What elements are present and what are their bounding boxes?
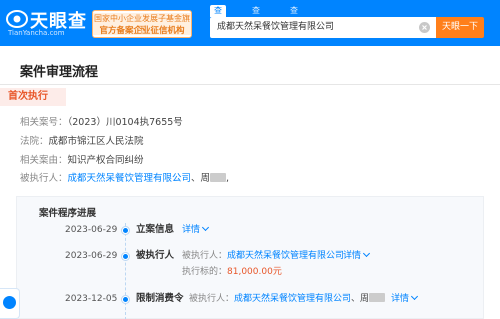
amount-value: 81,000.00元 <box>227 267 282 277</box>
chevron-down-icon[interactable] <box>362 249 371 258</box>
detail-tail: 、周 <box>351 294 370 304</box>
court-value: 成都市锦江区人民法院 <box>48 136 144 147</box>
process-title: 案件程序进展 <box>39 208 97 219</box>
case-number-value: （2023）川0104执7655号 <box>67 117 183 128</box>
event-detail-link: 详情 <box>343 248 371 264</box>
chevron-down-icon[interactable] <box>201 223 210 232</box>
event-date: 2023-12-05 <box>65 294 118 304</box>
search-input-value: 成都天然呆餐饮管理有限公司 <box>217 22 335 32</box>
site-logo[interactable]: 天眼查 TianYancha.com <box>6 7 88 39</box>
tab-boss[interactable]: 查老板 <box>248 5 264 39</box>
chevron-down-icon[interactable] <box>410 292 419 301</box>
search-button[interactable]: 天眼一下 <box>436 17 484 38</box>
detail-link[interactable]: 详情 <box>391 294 409 304</box>
clear-icon[interactable] <box>419 22 430 33</box>
case-cause-label: 相关案由： <box>20 155 68 166</box>
event-detail: 被执行人：成都天然呆餐饮管理有限公司 <box>182 248 344 264</box>
executed-party-row: 被执行人：成都天然呆餐饮管理有限公司、周, <box>20 173 230 184</box>
timeline-dot <box>122 296 129 303</box>
detail-label: 被执行人： <box>189 294 235 304</box>
event-type: 被执行人 <box>136 250 175 261</box>
timeline-dot <box>122 253 129 260</box>
process-panel: 案件程序进展 2023-06-29 立案信息 详情 2023-06-29 被执行… <box>16 196 484 319</box>
divider <box>0 84 500 85</box>
event-date: 2023-06-29 <box>65 225 118 235</box>
service-icon <box>3 296 16 309</box>
detail-link[interactable]: 详情 <box>343 251 361 261</box>
amount-label: 执行标的： <box>182 267 228 277</box>
page-title: 案件审理流程 <box>20 65 99 80</box>
court-label: 法院： <box>20 136 49 147</box>
top-header: 天眼查 TianYancha.com 国家中小企业发展子基金旗下 官方备案企业征… <box>0 0 500 46</box>
masked-name <box>210 173 227 182</box>
official-badge-line2: 官方备案企业征信机构 <box>99 26 185 36</box>
section-badge: 首次执行 <box>0 88 66 106</box>
eye-logo-icon <box>6 10 28 28</box>
court-row: 法院：成都市锦江区人民法院 <box>20 133 144 147</box>
detail-entity-link[interactable]: 成都天然呆餐饮管理有限公司 <box>227 251 344 261</box>
timeline-dot <box>122 227 129 234</box>
section-badge-label: 首次执行 <box>8 91 48 102</box>
event-type: 限制消费令 <box>136 293 184 304</box>
case-cause-row: 相关案由：知识产权合同纠纷 <box>20 152 144 166</box>
tab-company[interactable]: 查公司 <box>210 5 226 39</box>
floating-service-button[interactable] <box>0 288 20 319</box>
event-detail-link: 详情 <box>391 291 419 307</box>
search-input[interactable]: 成都天然呆餐饮管理有限公司 <box>210 17 436 38</box>
timeline-event-amount: 执行标的：81,000.00元 <box>17 264 485 280</box>
case-cause-value: 知识产权合同纠纷 <box>67 155 144 166</box>
event-detail: 被执行人：成都天然呆餐饮管理有限公司、周 <box>189 291 386 307</box>
case-number-label: 相关案号： <box>20 117 68 128</box>
logo-domain: TianYancha.com <box>8 29 65 37</box>
detail-entity-link[interactable]: 成都天然呆餐饮管理有限公司 <box>234 294 351 304</box>
case-number-row: 相关案号：（2023）川0104执7655号 <box>20 114 183 128</box>
timeline-event: 2023-12-05 限制消费令 被执行人：成都天然呆餐饮管理有限公司、周 详情 <box>17 291 485 307</box>
detail-link[interactable]: 详情 <box>182 225 200 235</box>
amount-detail: 执行标的：81,000.00元 <box>182 264 282 280</box>
event-type: 立案信息 <box>136 224 175 235</box>
event-date: 2023-06-29 <box>65 251 118 261</box>
masked-name <box>369 293 386 302</box>
official-badge: 国家中小企业发展子基金旗下 官方备案企业征信机构 <box>92 10 192 38</box>
tab-relation[interactable]: 查关系 <box>286 5 302 39</box>
timeline-event: 2023-06-29 立案信息 详情 <box>17 222 485 238</box>
executed-party-extra: 、周 <box>191 173 211 184</box>
detail-label: 被执行人： <box>182 251 228 261</box>
timeline-event: 2023-06-29 被执行人 被执行人：成都天然呆餐饮管理有限公司 详情 <box>17 248 485 264</box>
executed-party-label: 被执行人： <box>20 173 68 184</box>
event-detail: 详情 <box>182 222 210 238</box>
executed-party-link[interactable]: 成都天然呆餐饮管理有限公司 <box>68 173 192 184</box>
